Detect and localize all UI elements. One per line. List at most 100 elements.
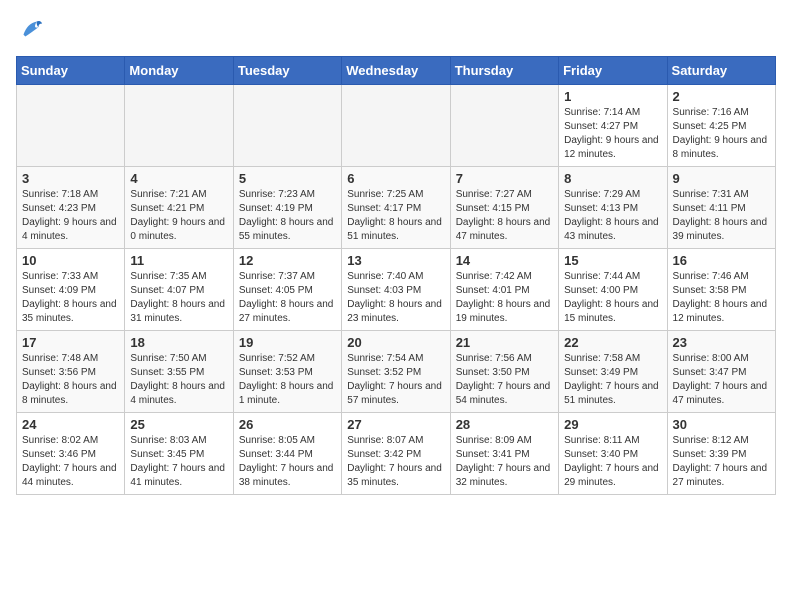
calendar-week-row: 10 Sunrise: 7:33 AM Sunset: 4:09 PM Dayli… — [17, 249, 776, 331]
calendar-cell: 19Sunrise: 7:52 AM Sunset: 3:53 PM Dayli… — [233, 331, 341, 413]
day-info: Sunrise: 8:12 AM Sunset: 3:39 PM Dayligh… — [673, 434, 770, 490]
day-number: 10 — [22, 253, 119, 268]
day-info: Sunrise: 7:14 AM Sunset: 4:27 PM Dayligh… — [564, 106, 661, 162]
calendar-cell: 18 Sunrise: 7:50 AM Sunset: 3:55 PM Dayli… — [125, 331, 233, 413]
day-info: Sunrise: 7:16 AM Sunset: 4:25 PM Dayligh… — [673, 106, 770, 162]
day-info: Sunrise: 7:23 AM Sunset: 4:19 PM Dayligh… — [239, 188, 336, 244]
day-number: 9 — [673, 171, 770, 186]
day-number: 29 — [564, 417, 661, 432]
calendar-cell: 8 Sunrise: 7:29 AM Sunset: 4:13 PM Daylig… — [559, 167, 667, 249]
calendar-cell: 16Sunrise: 7:46 AM Sunset: 3:58 PM Dayli… — [667, 249, 775, 331]
page-header — [16, 16, 776, 44]
weekday-header: Friday — [559, 57, 667, 85]
calendar-cell: 17 Sunrise: 7:48 AM Sunset: 3:56 PM Dayli… — [17, 331, 125, 413]
day-info: Sunrise: 7:44 AM Sunset: 4:00 PM Dayligh… — [564, 270, 661, 326]
day-number: 12 — [239, 253, 336, 268]
day-number: 18 — [130, 335, 227, 350]
calendar-table: SundayMondayTuesdayWednesdayThursdayFrid… — [16, 56, 776, 495]
day-number: 26 — [239, 417, 336, 432]
day-info: Sunrise: 7:42 AM Sunset: 4:01 PM Dayligh… — [456, 270, 553, 326]
weekday-header: Tuesday — [233, 57, 341, 85]
day-number: 8 — [564, 171, 661, 186]
calendar-cell — [17, 85, 125, 167]
logo-icon — [16, 16, 44, 44]
calendar-cell: 3 Sunrise: 7:18 AM Sunset: 4:23 PM Daylig… — [17, 167, 125, 249]
weekday-header: Monday — [125, 57, 233, 85]
calendar-cell: 11 Sunrise: 7:35 AM Sunset: 4:07 PM Dayli… — [125, 249, 233, 331]
calendar-cell: 15 Sunrise: 7:44 AM Sunset: 4:00 PM Dayli… — [559, 249, 667, 331]
day-info: Sunrise: 7:48 AM Sunset: 3:56 PM Dayligh… — [22, 352, 119, 408]
calendar-cell: 13Sunrise: 7:40 AM Sunset: 4:03 PM Dayli… — [342, 249, 450, 331]
day-number: 15 — [564, 253, 661, 268]
calendar-cell: 7 Sunrise: 7:27 AM Sunset: 4:15 PM Daylig… — [450, 167, 558, 249]
day-info: Sunrise: 7:27 AM Sunset: 4:15 PM Dayligh… — [456, 188, 553, 244]
weekday-header: Saturday — [667, 57, 775, 85]
day-number: 30 — [673, 417, 770, 432]
day-number: 6 — [347, 171, 444, 186]
day-number: 24 — [22, 417, 119, 432]
calendar-cell: 1 Sunrise: 7:14 AM Sunset: 4:27 PM Daylig… — [559, 85, 667, 167]
calendar-cell: 22 Sunrise: 7:58 AM Sunset: 3:49 PM Dayli… — [559, 331, 667, 413]
weekday-header: Sunday — [17, 57, 125, 85]
day-info: Sunrise: 7:18 AM Sunset: 4:23 PM Dayligh… — [22, 188, 119, 244]
day-number: 16 — [673, 253, 770, 268]
day-info: Sunrise: 7:35 AM Sunset: 4:07 PM Dayligh… — [130, 270, 227, 326]
calendar-cell: 2 Sunrise: 7:16 AM Sunset: 4:25 PM Daylig… — [667, 85, 775, 167]
calendar-header-row: SundayMondayTuesdayWednesdayThursdayFrid… — [17, 57, 776, 85]
day-number: 2 — [673, 89, 770, 104]
calendar-cell: 12 Sunrise: 7:37 AM Sunset: 4:05 PM Dayli… — [233, 249, 341, 331]
calendar-cell: 29 Sunrise: 8:11 AM Sunset: 3:40 PM Dayli… — [559, 413, 667, 495]
calendar-week-row: 24Sunrise: 8:02 AM Sunset: 3:46 PM Dayli… — [17, 413, 776, 495]
day-info: Sunrise: 7:50 AM Sunset: 3:55 PM Dayligh… — [130, 352, 227, 408]
calendar-cell: 23Sunrise: 8:00 AM Sunset: 3:47 PM Dayli… — [667, 331, 775, 413]
day-info: Sunrise: 8:03 AM Sunset: 3:45 PM Dayligh… — [130, 434, 227, 490]
day-number: 28 — [456, 417, 553, 432]
calendar-cell: 26 Sunrise: 8:05 AM Sunset: 3:44 PM Dayli… — [233, 413, 341, 495]
day-number: 13 — [347, 253, 444, 268]
day-number: 7 — [456, 171, 553, 186]
day-info: Sunrise: 8:09 AM Sunset: 3:41 PM Dayligh… — [456, 434, 553, 490]
weekday-header: Thursday — [450, 57, 558, 85]
calendar-cell: 14 Sunrise: 7:42 AM Sunset: 4:01 PM Dayli… — [450, 249, 558, 331]
day-number: 14 — [456, 253, 553, 268]
day-number: 17 — [22, 335, 119, 350]
day-info: Sunrise: 7:56 AM Sunset: 3:50 PM Dayligh… — [456, 352, 553, 408]
day-info: Sunrise: 7:25 AM Sunset: 4:17 PM Dayligh… — [347, 188, 444, 244]
day-info: Sunrise: 7:33 AM Sunset: 4:09 PM Dayligh… — [22, 270, 119, 326]
day-info: Sunrise: 8:05 AM Sunset: 3:44 PM Dayligh… — [239, 434, 336, 490]
day-number: 25 — [130, 417, 227, 432]
day-number: 11 — [130, 253, 227, 268]
calendar-cell: 5 Sunrise: 7:23 AM Sunset: 4:19 PM Daylig… — [233, 167, 341, 249]
calendar-body: 1 Sunrise: 7:14 AM Sunset: 4:27 PM Daylig… — [17, 85, 776, 495]
calendar-cell: 24Sunrise: 8:02 AM Sunset: 3:46 PM Dayli… — [17, 413, 125, 495]
day-info: Sunrise: 7:29 AM Sunset: 4:13 PM Dayligh… — [564, 188, 661, 244]
day-number: 3 — [22, 171, 119, 186]
day-number: 27 — [347, 417, 444, 432]
day-number: 20 — [347, 335, 444, 350]
day-number: 21 — [456, 335, 553, 350]
day-number: 22 — [564, 335, 661, 350]
calendar-week-row: 3 Sunrise: 7:18 AM Sunset: 4:23 PM Daylig… — [17, 167, 776, 249]
day-number: 5 — [239, 171, 336, 186]
calendar-cell — [342, 85, 450, 167]
day-info: Sunrise: 8:00 AM Sunset: 3:47 PM Dayligh… — [673, 352, 770, 408]
day-number: 1 — [564, 89, 661, 104]
day-info: Sunrise: 7:52 AM Sunset: 3:53 PM Dayligh… — [239, 352, 336, 408]
calendar-cell: 27 Sunrise: 8:07 AM Sunset: 3:42 PM Dayli… — [342, 413, 450, 495]
day-info: Sunrise: 8:11 AM Sunset: 3:40 PM Dayligh… — [564, 434, 661, 490]
calendar-cell: 10 Sunrise: 7:33 AM Sunset: 4:09 PM Dayli… — [17, 249, 125, 331]
calendar-cell: 9Sunrise: 7:31 AM Sunset: 4:11 PM Daylig… — [667, 167, 775, 249]
calendar-cell: 20Sunrise: 7:54 AM Sunset: 3:52 PM Dayli… — [342, 331, 450, 413]
calendar-cell: 21 Sunrise: 7:56 AM Sunset: 3:50 PM Dayli… — [450, 331, 558, 413]
calendar-cell — [125, 85, 233, 167]
calendar-cell: 4Sunrise: 7:21 AM Sunset: 4:21 PM Daylig… — [125, 167, 233, 249]
calendar-cell — [233, 85, 341, 167]
calendar-week-row: 1 Sunrise: 7:14 AM Sunset: 4:27 PM Daylig… — [17, 85, 776, 167]
day-info: Sunrise: 7:37 AM Sunset: 4:05 PM Dayligh… — [239, 270, 336, 326]
day-info: Sunrise: 7:58 AM Sunset: 3:49 PM Dayligh… — [564, 352, 661, 408]
calendar-cell: 25 Sunrise: 8:03 AM Sunset: 3:45 PM Dayli… — [125, 413, 233, 495]
day-info: Sunrise: 8:07 AM Sunset: 3:42 PM Dayligh… — [347, 434, 444, 490]
day-number: 4 — [130, 171, 227, 186]
calendar-cell: 6 Sunrise: 7:25 AM Sunset: 4:17 PM Daylig… — [342, 167, 450, 249]
calendar-cell — [450, 85, 558, 167]
